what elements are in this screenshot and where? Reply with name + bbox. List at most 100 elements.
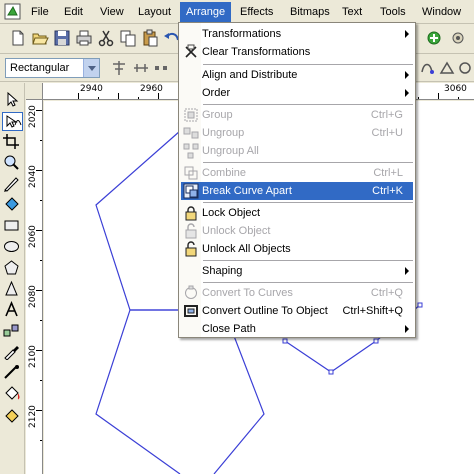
menu-item-transformations[interactable]: Transformations [181,25,413,43]
ruler-origin[interactable] [26,83,43,100]
curve-node [417,302,423,308]
submenu-arrow-icon [405,267,409,275]
ruler-left-label: 2100 [28,345,38,368]
menu-item-label: Unlock All Objects [202,243,291,255]
pick-tool-icon[interactable] [2,91,23,110]
menu-item-ungroup: Ungroup Ctrl+U [181,124,413,142]
polygon-tool-icon[interactable] [2,259,23,278]
menu-edit[interactable]: Edit [58,2,89,22]
menu-arrange[interactable]: Arrange [180,2,232,22]
reverse-curve-icon[interactable] [418,59,436,77]
outline-tool-icon[interactable] [2,364,23,383]
freehand-tool-icon[interactable] [2,175,23,194]
vertical-ruler[interactable]: 2020 2040 2060 2080 2100 2120 [26,100,43,474]
menu-item-unlock-all[interactable]: Unlock All Objects [181,240,413,258]
distribute-icon[interactable] [132,59,150,77]
menu-item-group: Group Ctrl+G [181,106,413,124]
options-icon[interactable] [448,28,468,48]
menu-item-shortcut: Ctrl+Shift+Q [342,305,403,317]
ruler-left-label: 2020 [28,105,38,128]
curve-node [373,338,379,344]
menu-item-label: Ungroup [202,127,245,139]
ruler-top-label: 2940 [80,84,103,94]
menu-window[interactable]: Window [416,2,467,22]
menu-item-order[interactable]: Order [181,84,413,102]
text-tool-icon[interactable] [2,301,23,320]
basic-shapes-icon[interactable] [2,280,23,299]
menu-item-label: Ungroup All [202,145,259,157]
align-icon[interactable] [110,59,128,77]
app-icon[interactable] [4,3,21,20]
menu-item-label: Convert To Curves [202,287,293,299]
submenu-arrow-icon [405,71,409,79]
menu-item-combine: Combine Ctrl+L [181,164,413,182]
menu-layout[interactable]: Layout [132,2,177,22]
submenu-arrow-icon [405,30,409,38]
menu-item-label: Clear Transformations [202,46,311,58]
menu-item-break-curve-apart[interactable]: Break Curve Apart Ctrl+K [181,182,413,200]
menu-item-label: Close Path [202,323,256,335]
ruler-left-label: 2060 [28,225,38,248]
menu-view[interactable]: View [94,2,130,22]
menu-item-label: Unlock Object [202,225,271,237]
menu-bar: File Edit View Layout Arrange Effects Bi… [0,0,474,24]
menu-separator [203,104,413,105]
interactive-fill-icon[interactable] [2,406,23,425]
menu-item-shortcut: Ctrl+L [373,167,403,179]
menu-item-label: Transformations [202,28,282,40]
auto-close-icon[interactable] [456,59,474,77]
menu-effects[interactable]: Effects [234,2,279,22]
menu-separator [203,162,413,163]
menu-separator [203,260,413,261]
menu-item-convert-to-curves: Convert To Curves Ctrl+Q [181,284,413,302]
rectangle-tool-icon[interactable] [2,217,23,236]
print-icon[interactable] [74,28,94,48]
menu-item-close-path[interactable]: Close Path [181,320,413,338]
shape-type-select[interactable]: Rectangular [5,58,100,78]
menu-item-clear-transformations[interactable]: Clear Transformations [181,43,413,61]
node-icon[interactable] [152,59,170,77]
ungroup-all-icon [183,143,199,159]
menu-text[interactable]: Text [336,2,368,22]
ruler-left-label: 2080 [28,285,38,308]
ellipse-tool-icon[interactable] [2,238,23,257]
launcher-icon[interactable] [424,28,444,48]
menu-item-label: Group [202,109,233,121]
menu-item-lock-object[interactable]: Lock Object [181,204,413,222]
break-apart-icon [183,183,199,199]
menu-item-align-distribute[interactable]: Align and Distribute [181,66,413,84]
ruler-left-label: 2120 [28,405,38,428]
new-document-icon[interactable] [8,28,28,48]
menu-item-convert-outline[interactable]: Convert Outline To Object Ctrl+Shift+Q [181,302,413,320]
unlock-all-icon [183,241,199,257]
save-icon[interactable] [52,28,72,48]
smart-fill-icon[interactable] [2,196,23,215]
menu-item-shortcut: Ctrl+K [372,185,403,197]
ungroup-icon [183,125,199,141]
eyedropper-icon[interactable] [2,343,23,362]
menu-item-shaping[interactable]: Shaping [181,262,413,280]
menu-bitmaps[interactable]: Bitmaps [284,2,336,22]
menu-tools[interactable]: Tools [374,2,412,22]
copy-icon[interactable] [118,28,138,48]
arrange-menu: Transformations Clear Transformations Al… [178,22,416,338]
curve-node [282,338,288,344]
toolbox [0,83,25,474]
open-icon[interactable] [30,28,50,48]
fill-tool-icon[interactable] [2,385,23,404]
submenu-arrow-icon [405,325,409,333]
cut-icon[interactable] [96,28,116,48]
menu-file[interactable]: File [25,2,55,22]
menu-item-unlock-object: Unlock Object [181,222,413,240]
menu-item-label: Order [202,87,231,99]
paste-icon[interactable] [140,28,160,48]
convert-curves-icon [183,285,199,301]
extract-subpath-icon[interactable] [438,59,456,77]
crop-tool-icon[interactable] [2,133,23,152]
chevron-down-icon[interactable] [83,59,99,77]
lock-icon [183,205,199,221]
interactive-blend-icon[interactable] [2,322,23,341]
shape-tool-icon[interactable] [2,112,23,131]
menu-item-label: Combine [202,167,247,179]
zoom-tool-icon[interactable] [2,154,23,173]
